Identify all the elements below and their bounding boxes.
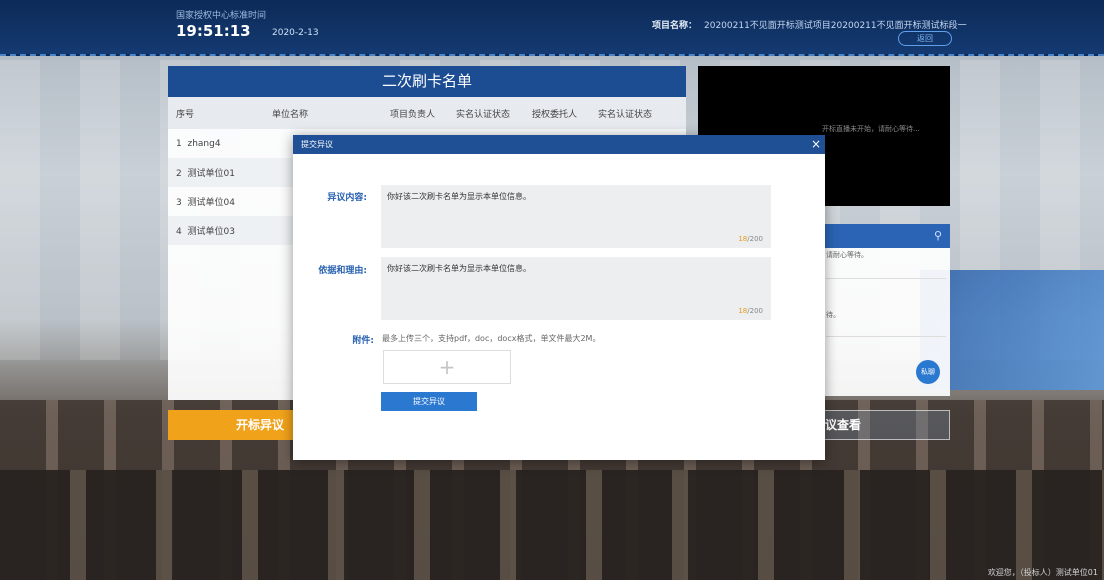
row-name: zhang4 xyxy=(187,138,221,149)
col-auth-status-2: 实名认证状态 xyxy=(598,109,653,120)
reason-text: 你好该二次刷卡名单为显示本单位信息。 xyxy=(387,264,531,273)
chat-divider xyxy=(826,336,946,337)
chat-divider xyxy=(826,278,946,279)
video-status-text: 开标直播未开始，请耐心等待... xyxy=(822,125,920,133)
plus-icon: + xyxy=(438,355,456,379)
row-name: 测试单位04 xyxy=(187,198,235,208)
col-auth-status: 实名认证状态 xyxy=(456,109,511,120)
chat-message: 请耐心等待。 xyxy=(826,251,868,259)
objection-content-field[interactable]: 你好该二次刷卡名单为显示本单位信息。 18/200 xyxy=(381,185,771,248)
row-name: 测试单位03 xyxy=(187,227,235,237)
time-label: 国家授权中心标准时间 xyxy=(176,11,267,21)
project-name: 20200211不见面开标测试项目20200211不见面开标测试标段一 xyxy=(704,21,967,31)
chat-message: 待。 xyxy=(826,311,840,319)
row-no: 3 xyxy=(176,198,182,208)
attachment-hint: 最多上传三个，支持pdf，doc，docx格式，单文件最大2M。 xyxy=(382,334,601,343)
row-name: 测试单位01 xyxy=(187,169,235,179)
welcome-text: 欢迎您，（投标人）测试单位01 xyxy=(987,568,1098,577)
col-agent: 授权委托人 xyxy=(532,109,578,120)
upload-button[interactable]: + xyxy=(383,350,511,384)
char-counter: 18/200 xyxy=(738,235,763,243)
row-no: 4 xyxy=(176,227,182,237)
attachment-label: 附件: xyxy=(352,336,374,346)
list-title: 二次刷卡名单 xyxy=(168,66,686,97)
top-header: 国家授权中心标准时间 19:51:13 2020-2-13 项目名称： 2020… xyxy=(0,0,1104,56)
current-date: 2020-2-13 xyxy=(272,28,319,38)
col-unit-name: 单位名称 xyxy=(272,109,309,120)
row-no: 2 xyxy=(176,169,182,179)
col-no: 序号 xyxy=(176,109,195,120)
submit-objection-button[interactable]: 提交异议 xyxy=(381,392,477,411)
char-counter: 18/200 xyxy=(738,307,763,315)
chat-header: ⚲ xyxy=(812,224,950,248)
list-header: 序号 单位名称 项目负责人 实名认证状态 授权委托人 实名认证状态 xyxy=(168,97,686,129)
reason-label: 依据和理由: xyxy=(318,266,367,276)
close-icon[interactable]: × xyxy=(811,135,821,154)
content-label: 异议内容: xyxy=(327,193,367,203)
col-project-lead: 项目负责人 xyxy=(390,109,436,120)
background-seats-front xyxy=(0,470,1104,580)
modal-header: 提交异议 × xyxy=(293,135,825,154)
back-button[interactable]: 返回 xyxy=(898,31,952,46)
private-chat-button[interactable]: 私聊 xyxy=(916,360,940,384)
submit-objection-modal: 提交异议 × 异议内容: 你好该二次刷卡名单为显示本单位信息。 18/200 依… xyxy=(293,135,825,460)
objection-view-button[interactable]: 议查看 xyxy=(812,410,950,440)
search-icon[interactable]: ⚲ xyxy=(934,229,942,242)
modal-title: 提交异议 xyxy=(301,140,333,149)
reason-field[interactable]: 你好该二次刷卡名单为显示本单位信息。 18/200 xyxy=(381,257,771,320)
project-label: 项目名称： xyxy=(652,21,698,31)
objection-content-text: 你好该二次刷卡名单为显示本单位信息。 xyxy=(387,192,531,201)
row-no: 1 xyxy=(176,138,182,149)
current-time: 19:51:13 xyxy=(176,22,251,40)
